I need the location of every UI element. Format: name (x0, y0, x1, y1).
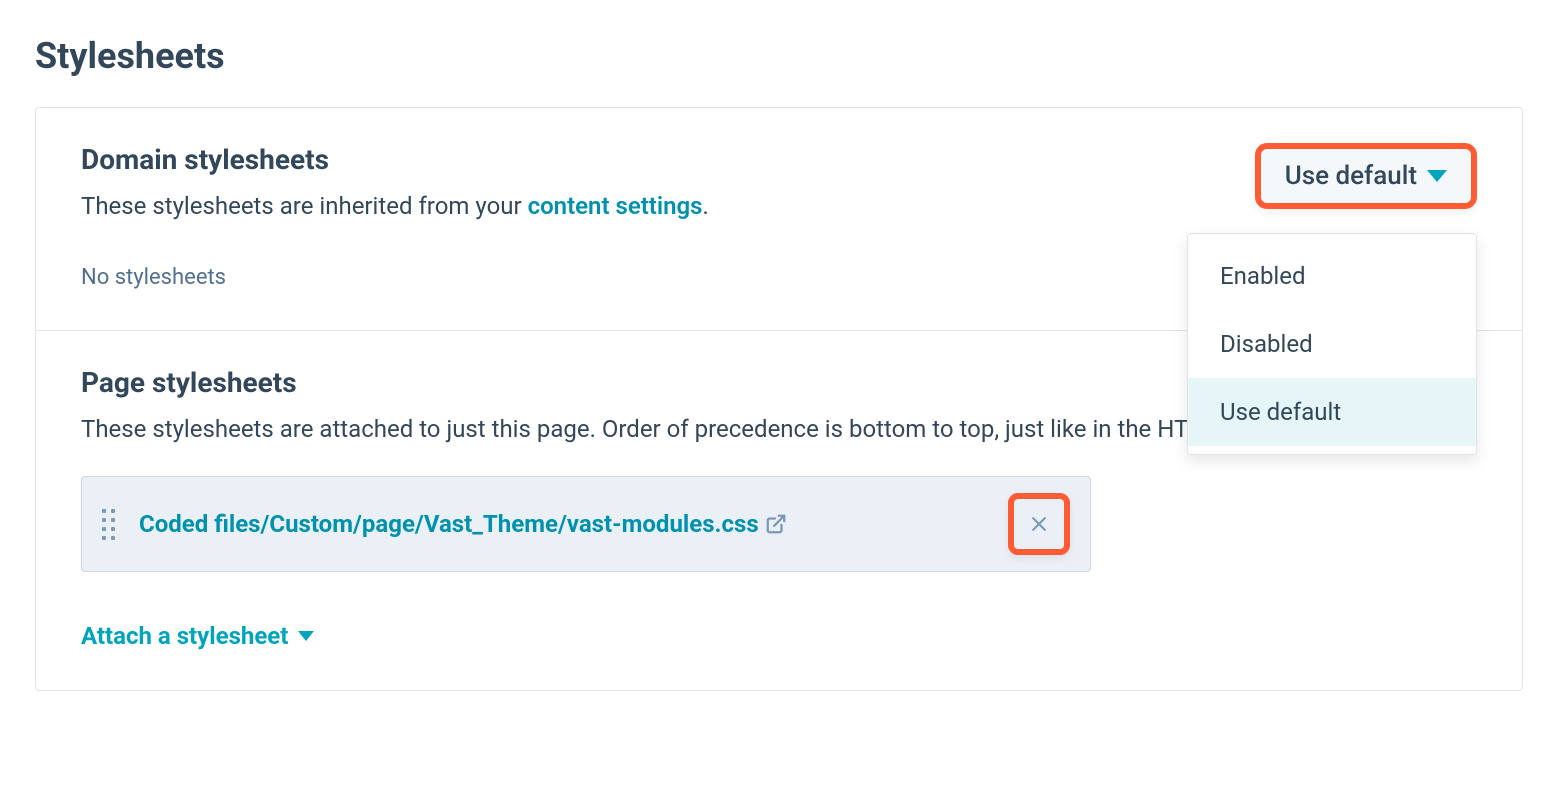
domain-section-title: Domain stylesheets (81, 143, 1081, 176)
domain-dropdown-container: Use default Enabled Disabled Use default (1255, 143, 1477, 209)
desc-text-suffix: . (703, 192, 709, 220)
domain-stylesheets-section: Domain stylesheets These stylesheets are… (36, 108, 1522, 330)
use-default-dropdown[interactable]: Use default (1255, 143, 1477, 209)
drag-handle-icon[interactable] (102, 509, 115, 540)
desc-text-prefix: These stylesheets are inherited from you… (81, 192, 528, 220)
stylesheet-path-text: Coded files/Custom/page/Vast_Theme/vast-… (139, 510, 759, 538)
attach-stylesheet-label: Attach a stylesheet (81, 622, 288, 650)
external-link-icon (765, 513, 787, 535)
dropdown-option-disabled[interactable]: Disabled (1188, 310, 1476, 378)
no-stylesheets-text: No stylesheets (81, 265, 1081, 290)
dropdown-menu: Enabled Disabled Use default (1187, 233, 1477, 455)
dropdown-option-use-default[interactable]: Use default (1188, 378, 1476, 446)
domain-section-description: These stylesheets are inherited from you… (81, 188, 1081, 225)
caret-down-icon (1427, 170, 1447, 182)
caret-down-icon (298, 631, 314, 641)
page-title: Stylesheets (35, 35, 1523, 77)
stylesheets-panel: Domain stylesheets These stylesheets are… (35, 107, 1523, 691)
remove-stylesheet-button[interactable] (1008, 493, 1070, 555)
attach-stylesheet-button[interactable]: Attach a stylesheet (81, 622, 314, 650)
stylesheet-row: Coded files/Custom/page/Vast_Theme/vast-… (81, 476, 1091, 572)
dropdown-option-enabled[interactable]: Enabled (1188, 242, 1476, 310)
content-settings-link[interactable]: content settings (528, 192, 703, 220)
stylesheet-file-link[interactable]: Coded files/Custom/page/Vast_Theme/vast-… (139, 510, 984, 538)
dropdown-selected-label: Use default (1285, 161, 1417, 191)
